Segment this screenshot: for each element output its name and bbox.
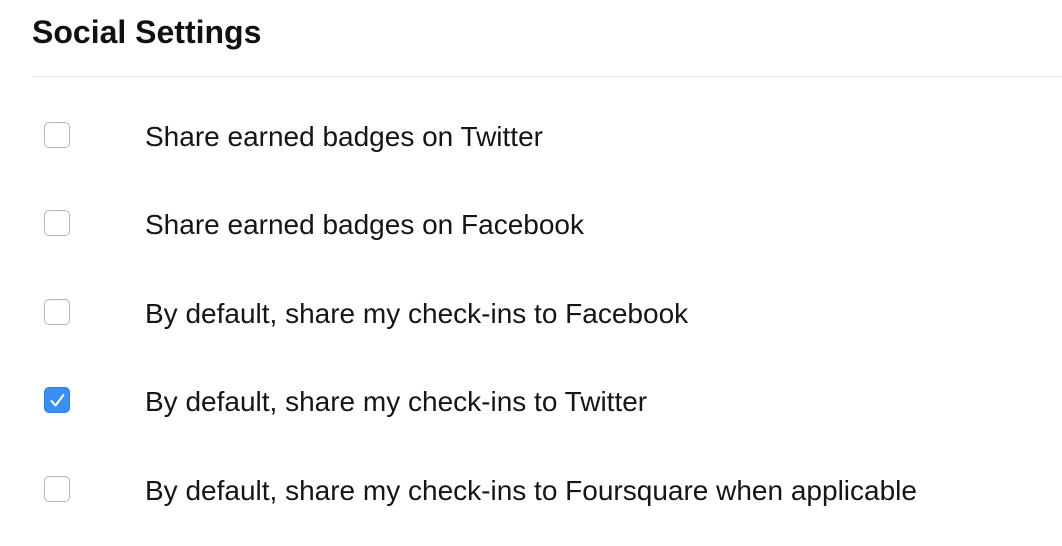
share-checkins-twitter-checkbox[interactable] (44, 387, 70, 413)
option-share-badges-facebook[interactable]: Share earned badges on Facebook (0, 194, 1062, 254)
share-checkins-facebook-checkbox[interactable] (44, 299, 70, 325)
option-share-checkins-twitter[interactable]: By default, share my check-ins to Twitte… (0, 371, 1062, 431)
share-checkins-foursquare-checkbox[interactable] (44, 476, 70, 502)
share-badges-facebook-checkbox[interactable] (44, 210, 70, 236)
option-label: Share earned badges on Facebook (145, 209, 584, 240)
option-label: Share earned badges on Twitter (145, 121, 543, 152)
checkmark-icon (50, 394, 65, 407)
option-label: By default, share my check-ins to Facebo… (145, 298, 689, 329)
option-share-checkins-facebook[interactable]: By default, share my check-ins to Facebo… (0, 283, 1062, 343)
option-share-badges-twitter[interactable]: Share earned badges on Twitter (0, 106, 1062, 166)
option-label: By default, share my check-ins to Foursq… (145, 475, 917, 506)
social-settings-panel: Social Settings Share earned badges on T… (0, 0, 1062, 546)
option-share-checkins-foursquare[interactable]: By default, share my check-ins to Foursq… (0, 460, 1062, 520)
share-badges-twitter-checkbox[interactable] (44, 122, 70, 148)
header-divider (32, 76, 1062, 77)
page-title: Social Settings (32, 14, 262, 50)
option-label: By default, share my check-ins to Twitte… (145, 386, 648, 417)
